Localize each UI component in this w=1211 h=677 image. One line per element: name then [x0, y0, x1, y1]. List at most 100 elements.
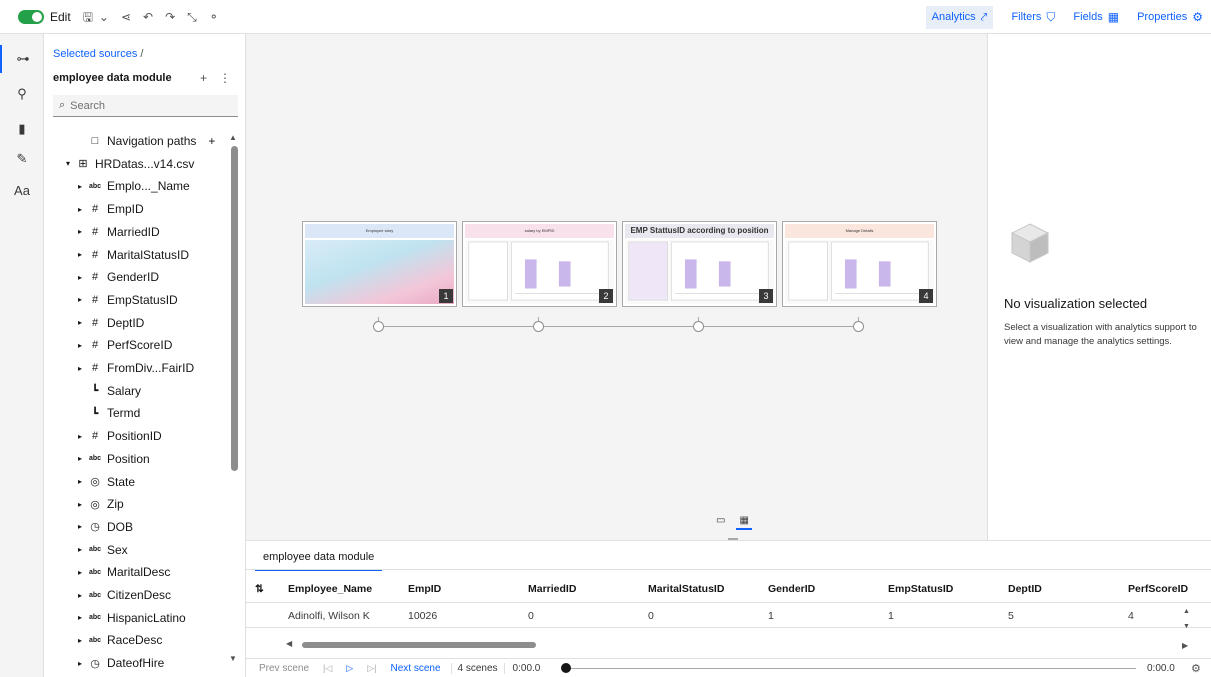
table-cell[interactable]: 0 [648, 610, 654, 622]
chevron-icon[interactable]: ▸ [78, 432, 88, 441]
scene-thumbnail[interactable]: salary by EMPID 2 [462, 221, 617, 307]
column-header[interactable]: MaritalStatusID [648, 583, 724, 595]
column-header[interactable]: GenderID [768, 583, 815, 595]
chevron-icon[interactable]: ▸ [78, 250, 88, 259]
table-cell[interactable]: 10026 [408, 610, 437, 622]
first-scene-icon[interactable]: |◁ [323, 663, 332, 674]
tree-item[interactable]: ▸ ◎ Zip [78, 495, 124, 513]
more-icon[interactable]: ⋮ [219, 71, 231, 85]
chevron-icon[interactable]: ▸ [78, 205, 88, 214]
text-icon[interactable]: Aa [0, 176, 44, 204]
tree-item[interactable]: ▸ # EmpID [78, 200, 144, 218]
table-cell[interactable]: 1 [888, 610, 894, 622]
chevron-icon[interactable]: ▸ [78, 522, 88, 531]
chevron-icon[interactable]: ▸ [78, 273, 88, 282]
chevron-down-icon[interactable]: ⌄ [99, 10, 109, 24]
add-icon[interactable]: + [200, 71, 207, 85]
column-header[interactable]: DeptID [1008, 583, 1042, 595]
scene-thumbnail[interactable]: EMP StattusID according to position 3 [622, 221, 777, 307]
table-cell[interactable]: Adinolfi, Wilson K [288, 610, 370, 622]
grid-scroll-down-icon[interactable]: ▼ [1183, 623, 1190, 630]
page-view-icon[interactable]: ▭ [713, 513, 728, 530]
chevron-icon[interactable]: ▸ [78, 227, 88, 236]
grid-horizontal-scrollbar[interactable] [302, 642, 536, 648]
tree-item[interactable]: ▸ # FromDiv...FairID [78, 359, 194, 377]
chevron-icon[interactable]: ▸ [78, 477, 88, 486]
scene-thumbnail[interactable]: Manage Details 4 [782, 221, 937, 307]
column-header[interactable]: EmpID [408, 583, 441, 595]
timeline-node[interactable] [373, 321, 384, 332]
chevron-icon[interactable]: ▸ [78, 364, 88, 373]
tree-item[interactable]: ▸ # PerfScoreID [78, 336, 172, 354]
tree-item[interactable]: ┗ Salary [78, 382, 141, 400]
tree-item[interactable]: ▸ ◷ DateofHire [78, 654, 164, 672]
auto-fit-icon[interactable]: ⤡ [187, 10, 197, 24]
chevron-icon[interactable]: ▸ [78, 613, 88, 622]
toolbar-properties-button[interactable]: Properties ⚙ [1137, 10, 1203, 24]
pointer-icon[interactable]: ⚬ [209, 10, 219, 24]
timeline-node[interactable] [693, 321, 704, 332]
sort-icon[interactable]: ⇅ [255, 583, 264, 595]
chevron-icon[interactable]: ▸ [78, 500, 88, 509]
scene-thumbnail[interactable]: Employee story 1 [302, 221, 457, 307]
last-scene-icon[interactable]: ▷| [367, 663, 376, 674]
tree-item[interactable]: ▸ # PositionID [78, 427, 162, 445]
redo-icon[interactable]: ↷ [165, 10, 175, 24]
scroll-down-arrow-icon[interactable]: ▼ [229, 654, 237, 663]
data-sources-icon[interactable]: ⊶ [0, 45, 44, 73]
tree-item[interactable]: ▾ ⊞ HRDatas...v14.csv [66, 155, 194, 173]
toolbar-filters-button[interactable]: Filters ⛉ [1011, 10, 1055, 25]
table-cell[interactable]: 4 [1128, 610, 1134, 622]
chevron-icon[interactable]: ▸ [78, 295, 88, 304]
grid-view-icon[interactable]: ▦ [736, 513, 752, 530]
chevron-icon[interactable]: ▸ [78, 636, 88, 645]
edit-toggle[interactable] [18, 9, 44, 24]
timeline-node[interactable] [853, 321, 864, 332]
tree-item[interactable]: ▸ abc Sex [78, 541, 128, 559]
tree-item[interactable]: ▸ abc Position [78, 450, 150, 468]
pin-icon[interactable]: ⚲ [0, 80, 44, 108]
chevron-icon[interactable]: ▾ [66, 159, 76, 168]
prev-scene-button[interactable]: Prev scene [259, 663, 309, 674]
playback-knob[interactable] [561, 663, 571, 673]
table-cell[interactable]: 0 [528, 610, 534, 622]
chevron-icon[interactable]: ▸ [78, 341, 88, 350]
column-header[interactable]: EmpStatusID [888, 583, 953, 595]
tree-item[interactable]: ▸ abc Emplo..._Name [78, 177, 190, 195]
visualizations-icon[interactable]: ▮ [0, 115, 44, 143]
undo-icon[interactable]: ↶ [143, 10, 153, 24]
tree-item[interactable]: ▸ # EmpStatusID [78, 291, 178, 309]
toolbar-fields-button[interactable]: Fields ▦ [1073, 10, 1119, 24]
tree-item[interactable]: ▸ ◎ State [78, 473, 135, 491]
tab-employee-data-module[interactable]: employee data module [255, 551, 383, 571]
tree-item[interactable]: ▸ # MaritalStatusID [78, 246, 189, 264]
grid-scroll-right-icon[interactable]: ▶ [1182, 641, 1188, 650]
toolbar-analytics-button[interactable]: Analytics ⤤ [925, 5, 994, 29]
tree-item[interactable]: ▸ # DeptID [78, 314, 144, 332]
tree-item[interactable]: ▸ abc HispanicLatino [78, 609, 186, 627]
play-icon[interactable]: ▷ [346, 663, 353, 674]
chevron-icon[interactable]: ▸ [78, 318, 88, 327]
search-input[interactable] [70, 99, 221, 112]
timeline-node[interactable] [533, 321, 544, 332]
tree-item[interactable]: ▸ abc RaceDesc [78, 631, 162, 649]
share-icon[interactable]: ⋖ [121, 10, 131, 24]
tree-scrollbar[interactable] [231, 146, 238, 471]
table-cell[interactable]: 1 [768, 610, 774, 622]
grid-scroll-left-icon[interactable]: ◀ [286, 639, 292, 648]
scroll-up-arrow-icon[interactable]: ▲ [229, 133, 237, 142]
chevron-icon[interactable]: ▸ [78, 545, 88, 554]
add-navigation-path-icon[interactable]: + [208, 134, 215, 148]
playback-track[interactable] [566, 668, 1136, 669]
tree-item[interactable]: ▸ abc CitizenDesc [78, 586, 171, 604]
chevron-icon[interactable]: ▸ [78, 591, 88, 600]
tree-item[interactable]: ▸ abc MaritalDesc [78, 563, 170, 581]
breadcrumb-selected-sources[interactable]: Selected sources [53, 48, 137, 60]
table-cell[interactable]: 5 [1008, 610, 1014, 622]
grid-scroll-up-icon[interactable]: ▲ [1183, 608, 1190, 615]
chevron-icon[interactable]: ▸ [78, 568, 88, 577]
column-header[interactable]: Employee_Name [288, 583, 372, 595]
chevron-icon[interactable]: ▸ [78, 659, 88, 668]
tree-item[interactable]: ▸ ◷ DOB [78, 518, 133, 536]
tree-item[interactable]: □ Navigation paths + [78, 132, 216, 150]
